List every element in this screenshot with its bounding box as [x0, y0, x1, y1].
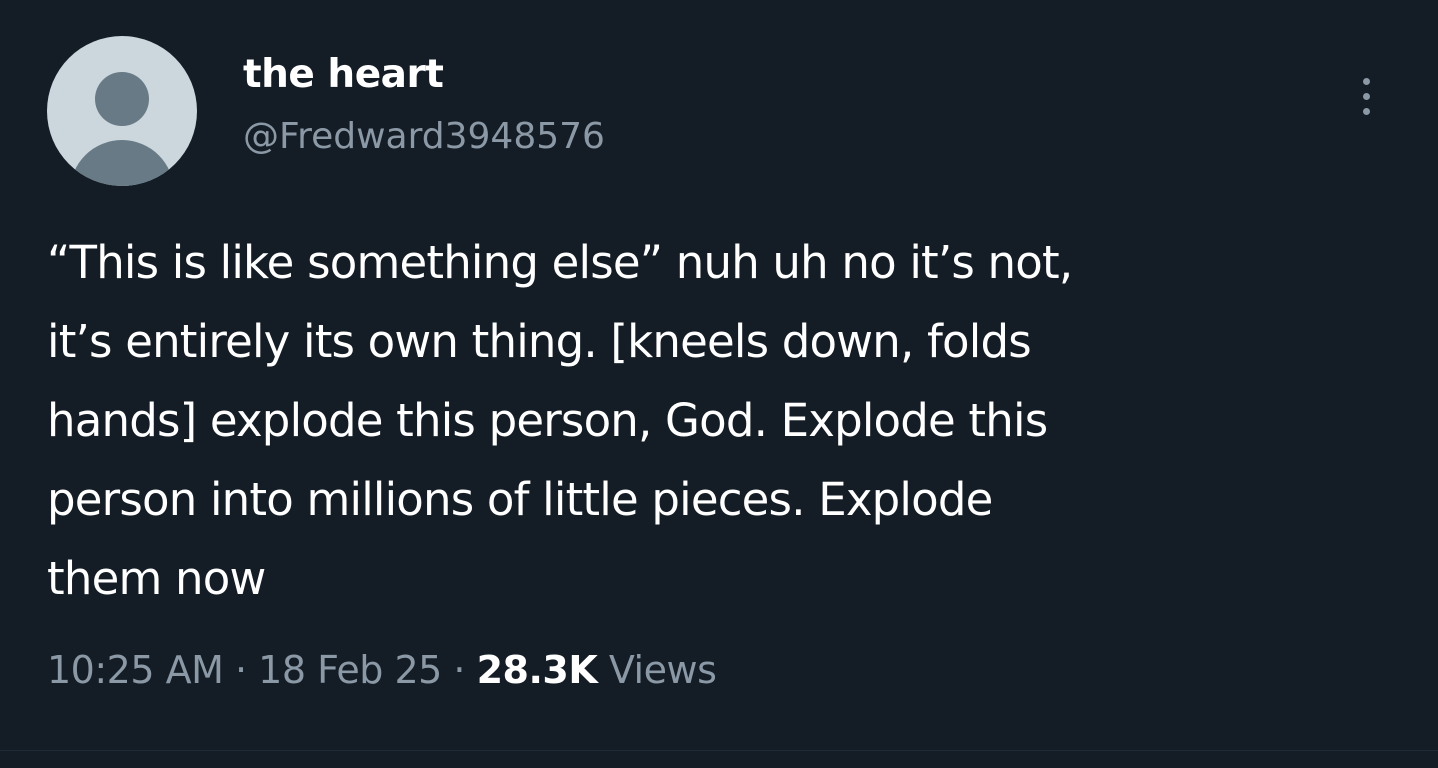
tweet-metadata: 10:25 AM · 18 Feb 25 · 28.3K Views [47, 648, 717, 692]
tweet-text: “This is like something else” nuh uh no … [47, 223, 1387, 618]
meta-separator: · [234, 648, 247, 692]
more-vertical-icon [1362, 107, 1370, 115]
divider [0, 750, 1438, 751]
author-display-name[interactable]: the heart [243, 52, 444, 97]
meta-separator: · [453, 648, 465, 692]
tweet-text-line: person into millions of little pieces. E… [47, 473, 993, 526]
tweet-date[interactable]: 18 Feb 25 [258, 648, 442, 692]
more-vertical-icon [1362, 92, 1370, 100]
tweet-text-line: them now [47, 552, 266, 605]
tweet-time[interactable]: 10:25 AM [47, 648, 224, 692]
author-handle[interactable]: @Fredward3948576 [243, 116, 605, 157]
tweet-card: the heart @Fredward3948576 “This is like… [0, 0, 1438, 768]
default-profile-icon [95, 72, 149, 126]
tweet-text-line: hands] explode this person, God. Explode… [47, 394, 1048, 447]
tweet-text-line: it’s entirely its own thing. [kneels dow… [47, 315, 1032, 368]
views-count[interactable]: 28.3K [477, 648, 598, 692]
avatar[interactable] [47, 36, 197, 186]
more-options-button[interactable] [1346, 64, 1386, 128]
default-profile-body [70, 140, 174, 186]
tweet-text-line: “This is like something else” nuh uh no … [47, 236, 1073, 289]
more-vertical-icon [1362, 77, 1370, 85]
views-label: Views [608, 648, 717, 692]
